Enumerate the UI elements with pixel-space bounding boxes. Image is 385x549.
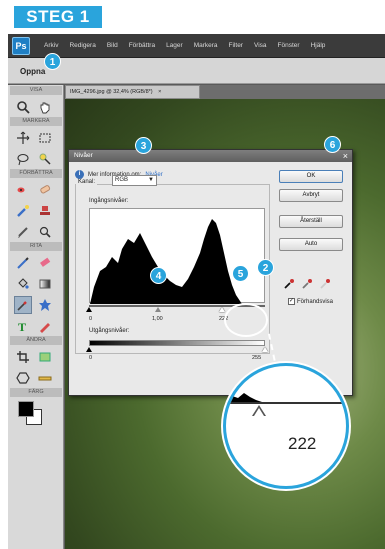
zoom-white-handle-inner <box>254 408 264 416</box>
toolbox-section-visa: VISA <box>10 86 62 95</box>
brush-tool-icon[interactable] <box>14 254 32 272</box>
black-point-eyedropper-icon[interactable] <box>283 278 295 290</box>
step-marker-5: 5 <box>232 265 249 282</box>
toolbox-section-forbattra: FÖRBÄTTRA <box>10 169 62 178</box>
menu-arkiv[interactable]: Arkiv <box>44 42 58 49</box>
output-black-handle[interactable] <box>86 347 92 352</box>
color-swatches[interactable] <box>18 401 63 431</box>
document-tab-close-icon[interactable]: × <box>158 89 161 95</box>
photoshop-elements-icon[interactable]: Ps <box>12 36 30 55</box>
eraser-tool-icon[interactable] <box>36 254 54 272</box>
crop-tool-icon[interactable] <box>14 348 32 366</box>
input-gamma-value[interactable]: 1,00 <box>152 316 163 322</box>
zoom-slider-track <box>226 402 346 404</box>
smart-brush-tool-icon[interactable] <box>14 202 32 220</box>
toolbox-section-markera: MARKERA <box>10 117 62 126</box>
menu-bild[interactable]: Bild <box>107 42 118 49</box>
white-point-eyedropper-icon[interactable] <box>319 278 331 290</box>
output-black-value[interactable]: 0 <box>89 355 92 361</box>
hand-tool-icon[interactable] <box>36 98 54 116</box>
document-tab-label: IMG_4296.jpg @ 32,4% (RGB/8*) <box>70 89 153 95</box>
input-gamma-handle[interactable] <box>155 307 161 312</box>
zoom-callout: 222 <box>223 363 349 489</box>
pencil-tool-icon[interactable] <box>36 317 54 335</box>
input-levels-label: Ingångsnivåer: <box>89 198 129 204</box>
preview-checkbox[interactable]: ✓ <box>288 298 295 305</box>
red-eye-tool-icon[interactable] <box>14 181 32 199</box>
histogram-graph <box>90 219 242 304</box>
sponge-tool-icon[interactable] <box>36 223 54 241</box>
levels-dialog: Nivåer × i Mer information om: Nivåer Ka… <box>68 149 353 396</box>
gray-point-eyedropper-icon[interactable] <box>301 278 313 290</box>
menu-forbattra[interactable]: Förbättra <box>129 42 155 49</box>
toolbox-section-farg: FÄRG <box>10 388 62 397</box>
healing-brush-tool-icon[interactable] <box>36 181 54 199</box>
step-marker-6: 6 <box>324 136 341 153</box>
channel-select[interactable]: RGB ▼ <box>112 175 157 186</box>
foreground-color-swatch[interactable] <box>18 401 34 417</box>
menu-lager[interactable]: Lager <box>166 42 183 49</box>
blur-tool-icon[interactable] <box>14 223 32 241</box>
recompose-tool-icon[interactable] <box>36 348 54 366</box>
step-marker-4: 4 <box>150 267 167 284</box>
straighten-tool-icon[interactable] <box>36 369 54 387</box>
clone-stamp-tool-icon[interactable] <box>36 202 54 220</box>
document-tab[interactable]: IMG_4296.jpg @ 32,4% (RGB/8*) × <box>65 85 200 99</box>
options-bar: Oppna <box>8 58 385 84</box>
menu-hjalp[interactable]: Hjälp <box>311 42 326 49</box>
menu-redigera[interactable]: Redigera <box>69 42 95 49</box>
lasso-tool-icon[interactable] <box>14 150 32 168</box>
ok-button[interactable]: OK <box>279 170 343 183</box>
output-gradient <box>89 340 265 346</box>
auto-button[interactable]: Auto <box>279 238 343 251</box>
zoom-tool-icon[interactable] <box>14 98 32 116</box>
quick-selection-tool-icon[interactable] <box>36 150 54 168</box>
menu-markera[interactable]: Markera <box>194 42 218 49</box>
toolbox: VISA MARKERA FÖRBÄTTRA RITA T ÄNDRA FÄRG <box>8 85 64 549</box>
step-badge: STEG 1 <box>14 6 102 28</box>
histogram <box>89 208 265 304</box>
menu-fonster[interactable]: Fönster <box>278 42 300 49</box>
dialog-title: Nivåer <box>69 150 352 162</box>
info-icon: i <box>75 170 84 179</box>
cancel-button[interactable]: Avbryt <box>279 189 343 202</box>
channel-select-value: RGB <box>115 177 129 183</box>
type-tool-icon[interactable]: T <box>14 317 32 335</box>
step-marker-2: 2 <box>257 259 274 276</box>
chevron-down-icon: ▼ <box>148 177 154 183</box>
eyedropper-tool-icon[interactable] <box>14 296 32 314</box>
cookie-cutter-tool-icon[interactable] <box>14 369 32 387</box>
preview-label: Förhandsvisa <box>297 298 334 305</box>
toolbox-section-andra: ÄNDRA <box>10 336 62 345</box>
input-black-value[interactable]: 0 <box>89 316 92 322</box>
output-white-value[interactable]: 255 <box>252 355 261 361</box>
reset-button[interactable]: Återställ <box>279 215 343 228</box>
input-black-handle[interactable] <box>86 307 92 312</box>
custom-shape-tool-icon[interactable] <box>36 296 54 314</box>
output-levels-label: Utgångsnivåer: <box>89 328 130 334</box>
gradient-tool-icon[interactable] <box>36 275 54 293</box>
menu-filter[interactable]: Filter <box>229 42 243 49</box>
input-white-handle[interactable] <box>219 307 225 312</box>
white-value-highlight-circle <box>224 303 268 337</box>
zoom-histogram-graph <box>226 393 262 402</box>
zoom-value: 222 <box>288 434 317 453</box>
menubar: Ps Arkiv Redigera Bild Förbättra Lager M… <box>8 34 385 58</box>
output-white-handle[interactable] <box>262 347 268 352</box>
step-marker-3: 3 <box>135 137 152 154</box>
options-open-label[interactable]: Oppna <box>20 67 45 76</box>
paint-bucket-tool-icon[interactable] <box>14 275 32 293</box>
step-marker-1: 1 <box>44 53 61 70</box>
channel-label: Kanal: <box>76 179 98 185</box>
marquee-tool-icon[interactable] <box>36 129 54 147</box>
menu-visa[interactable]: Visa <box>254 42 267 49</box>
toolbox-section-rita: RITA <box>10 242 62 251</box>
dialog-close-icon[interactable]: × <box>343 151 348 161</box>
preview-row: ✓ Förhandsvisa <box>288 298 333 305</box>
svg-text:T: T <box>18 320 26 333</box>
move-tool-icon[interactable] <box>14 129 32 147</box>
